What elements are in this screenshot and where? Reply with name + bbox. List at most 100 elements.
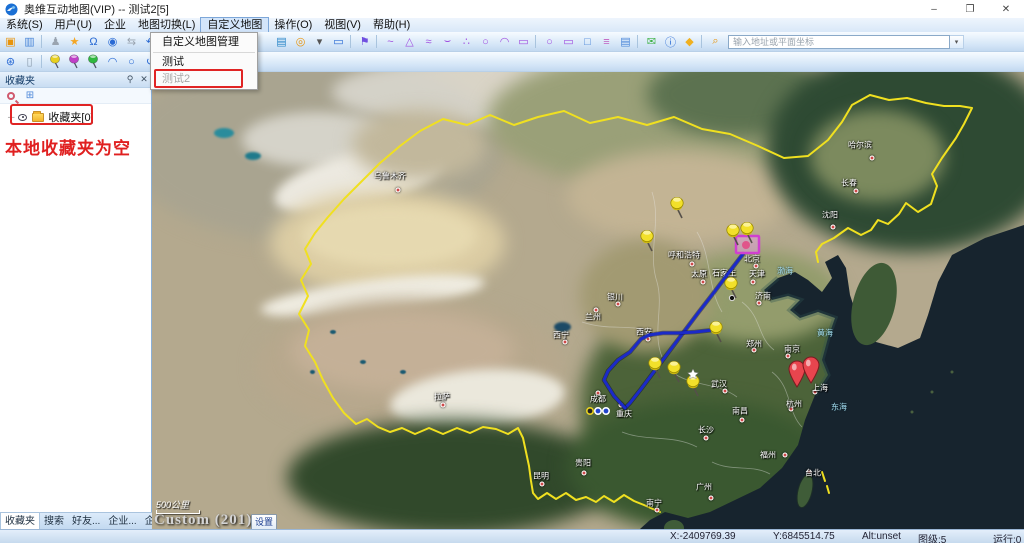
pushpin-green-icon[interactable]: [85, 54, 102, 70]
new-map-icon[interactable]: ▣: [2, 34, 19, 50]
pushpin-purple-icon[interactable]: [66, 54, 83, 70]
region-icon[interactable]: □: [579, 34, 596, 50]
arc-tool-icon[interactable]: ◠: [104, 54, 121, 70]
sidebar-tab-0[interactable]: 收藏夹: [0, 512, 40, 529]
info-icon[interactable]: ⓘ: [662, 34, 679, 50]
layers-icon[interactable]: ▤: [617, 34, 634, 50]
draw-scatter-icon[interactable]: ∴: [458, 34, 475, 50]
status-x-coordinate: X:-2409769.39: [670, 531, 736, 542]
menu-item-2[interactable]: 企业: [98, 18, 132, 32]
search-icon[interactable]: ⌕: [707, 34, 724, 50]
dropdown-item-0[interactable]: 自定义地图管理: [151, 34, 257, 51]
settings-gear-icon[interactable]: ⊛: [2, 54, 19, 70]
annotation-box-menu: [154, 69, 243, 88]
status-run-time: 运行:0: [993, 531, 1021, 543]
message-icon[interactable]: ✉: [643, 34, 660, 50]
user-icon[interactable]: ♟: [47, 34, 64, 50]
note-icon[interactable]: ▯: [21, 54, 38, 70]
draw-curve-icon[interactable]: ≈: [420, 34, 437, 50]
panel-close-icon[interactable]: ✕: [137, 74, 151, 85]
toolbar-separator: [535, 35, 536, 48]
map-pushpin[interactable]: [641, 230, 653, 251]
minimize-button[interactable]: –: [916, 0, 952, 18]
sidebar-tab-1[interactable]: 搜索: [40, 512, 68, 529]
circle-tool-icon[interactable]: ○: [123, 54, 140, 70]
draw-rounded-rect-icon[interactable]: ▭: [560, 34, 577, 50]
status-bar: X:-2409769.39 Y:6845514.75 Alt:unset 图级:…: [0, 529, 1024, 543]
annotation-text: 本地收藏夹为空: [5, 134, 131, 159]
favorites-panel: 收藏夹 ⚲ ✕ ⊞ ─ 收藏夹[0] 本地收藏夹为空 收藏夹搜索好友...企业.…: [0, 72, 152, 529]
vip-diamond-icon[interactable]: ◆: [681, 34, 698, 50]
menu-item-5[interactable]: 操作(O): [268, 18, 318, 32]
save-icon[interactable]: ▥: [21, 34, 38, 50]
draw-ellipse-icon[interactable]: ○: [541, 34, 558, 50]
restore-button[interactable]: ❐: [952, 0, 988, 18]
favorites-link-icon[interactable]: ⊞: [22, 89, 38, 103]
map-settings-button[interactable]: 设置: [251, 514, 277, 529]
map-pushpin-star[interactable]: [687, 375, 699, 396]
draw-arc2-icon[interactable]: ◠: [496, 34, 513, 50]
menu-item-7[interactable]: 帮助(H): [367, 18, 416, 32]
map-pushpin[interactable]: [725, 277, 737, 298]
map-annotations-layer: [152, 72, 1024, 529]
map-viewport[interactable]: 乌鲁木齐哈尔滨长春沈阳呼和浩特北京太原石家庄天津济南银川西宁兰州西安郑州成都重庆…: [152, 72, 1024, 529]
favorites-search-icon[interactable]: [3, 89, 19, 103]
compass-icon[interactable]: ◎: [292, 34, 309, 50]
draw-arc-icon[interactable]: ⌣: [439, 34, 456, 50]
app-window: 奥维互动地图(VIP) -- 测试2[5] – ❐ ✕ 系统(S)用户(U)企业…: [0, 0, 1024, 543]
favorites-toolbar: ⊞: [0, 88, 151, 104]
toolbar-separator: [41, 55, 42, 68]
favorites-panel-header: 收藏夹 ⚲ ✕: [0, 72, 151, 88]
draw-rect-icon[interactable]: ▭: [515, 34, 532, 50]
map-pushpin[interactable]: [671, 197, 683, 218]
title-bar: 奥维互动地图(VIP) -- 测试2[5] – ❐ ✕: [0, 0, 1024, 18]
display-icon[interactable]: ▭: [330, 34, 347, 50]
search-input[interactable]: [728, 35, 950, 49]
sidebar-tabs: 收藏夹搜索好友...企业...企业...: [0, 512, 152, 529]
sidebar-tab-3[interactable]: 企业...: [104, 512, 140, 529]
browse-icon[interactable]: Ω: [85, 34, 102, 50]
sidebar-tab-4[interactable]: 企业...: [141, 512, 152, 529]
poi-circle-marker[interactable]: [595, 408, 601, 414]
window-title: 奥维互动地图(VIP) -- 测试2[5]: [24, 1, 169, 17]
map-pushpin[interactable]: [668, 361, 680, 382]
menu-item-1[interactable]: 用户(U): [49, 18, 98, 32]
menu-item-0[interactable]: 系统(S): [0, 18, 49, 32]
favorite-star-icon[interactable]: ★: [66, 34, 83, 50]
toolbar-separator: [41, 35, 42, 48]
globe-icon[interactable]: ◉: [104, 34, 121, 50]
bars-icon[interactable]: ≡: [598, 34, 615, 50]
toolbar-separator: [376, 35, 377, 48]
print-icon[interactable]: ▤: [273, 34, 290, 50]
map-balloon-marker[interactable]: [803, 357, 819, 383]
draw-wave-icon[interactable]: ~: [382, 34, 399, 50]
search-dropdown-caret[interactable]: ▾: [950, 35, 964, 49]
app-logo-icon: [5, 3, 18, 16]
status-altitude: Alt:unset: [862, 531, 901, 542]
close-button[interactable]: ✕: [988, 0, 1024, 18]
pushpin-yellow-icon[interactable]: [47, 54, 64, 70]
toolbar-separator: [350, 35, 351, 48]
toolbar-separator: [637, 35, 638, 48]
dropdown-caret-icon[interactable]: ▾: [311, 34, 328, 50]
status-map-level: 图级:5: [918, 531, 946, 543]
draw-circle-icon[interactable]: ○: [477, 34, 494, 50]
map-pushpin[interactable]: [727, 224, 739, 245]
map-pushpin[interactable]: [710, 321, 722, 342]
menu-bar: 系统(S)用户(U)企业地图切换(L)自定义地图操作(O)视图(V)帮助(H): [0, 18, 1024, 32]
waypoint-dot[interactable]: [729, 295, 734, 300]
status-y-coordinate: Y:6845514.75: [773, 531, 835, 542]
menu-item-3[interactable]: 地图切换(L): [132, 18, 201, 32]
poi-circle-marker[interactable]: [587, 408, 593, 414]
sidebar-tab-2[interactable]: 好友...: [68, 512, 104, 529]
menu-item-6[interactable]: 视图(V): [318, 18, 367, 32]
menu-item-4[interactable]: 自定义地图: [201, 18, 268, 32]
menu-separator: [153, 52, 255, 53]
placemark-flag-icon[interactable]: ⚑: [356, 34, 373, 50]
transfer-icon[interactable]: ⇆: [123, 34, 140, 50]
poi-circle-marker[interactable]: [603, 408, 609, 414]
favorites-panel-title: 收藏夹: [5, 72, 35, 87]
draw-triangle-icon[interactable]: △: [401, 34, 418, 50]
dock-pin-icon[interactable]: ⚲: [123, 74, 137, 85]
toolbar-separator: [701, 35, 702, 48]
